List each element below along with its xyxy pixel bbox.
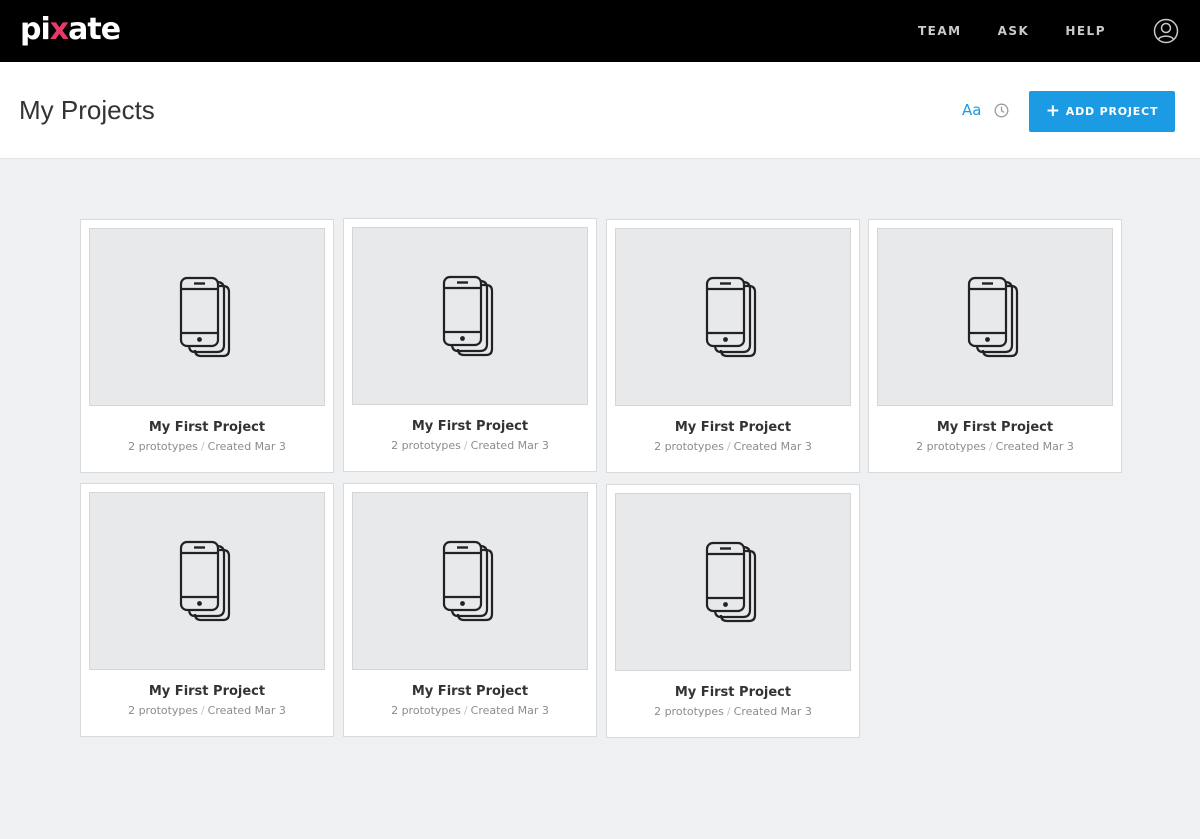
recent-sort-button[interactable] xyxy=(994,103,1009,118)
page-header: My Projects Aa + ADD PROJECT xyxy=(0,62,1200,159)
user-account-button[interactable] xyxy=(1153,18,1179,44)
project-title[interactable]: My First Project xyxy=(344,419,596,434)
nav-item-help[interactable]: HELP xyxy=(1065,24,1106,38)
add-project-label: ADD PROJECT xyxy=(1065,105,1159,118)
created-date: Created Mar 3 xyxy=(733,705,812,718)
nav-item-team[interactable]: TEAM xyxy=(918,24,962,38)
project-title[interactable]: My First Project xyxy=(81,420,333,435)
project-thumbnail[interactable] xyxy=(877,228,1113,406)
project-thumbnail[interactable] xyxy=(89,228,325,406)
font-size-toggle[interactable]: Aa xyxy=(962,100,981,120)
project-card[interactable]: My First Project 2 prototypes / Created Ma… xyxy=(606,219,860,473)
logo-part-3: a xyxy=(68,12,88,47)
project-meta: 2 prototypes / Created Mar 3 xyxy=(344,704,596,717)
project-title[interactable]: My First Project xyxy=(607,420,859,435)
project-title[interactable]: My First Project xyxy=(81,684,333,699)
created-date: Created Mar 3 xyxy=(995,440,1074,453)
clock-icon xyxy=(994,103,1009,118)
prototype-count: 2 prototypes xyxy=(654,705,724,718)
created-date: Created Mar 3 xyxy=(207,440,286,453)
prototype-count: 2 prototypes xyxy=(391,439,461,452)
project-card[interactable]: My First Project 2 prototypes / Created Ma… xyxy=(606,484,860,738)
project-meta: 2 prototypes / Created Mar 3 xyxy=(869,440,1121,453)
prototype-count: 2 prototypes xyxy=(916,440,986,453)
project-title[interactable]: My First Project xyxy=(607,685,859,700)
project-thumbnail[interactable] xyxy=(615,493,851,671)
project-meta: 2 prototypes / Created Mar 3 xyxy=(81,704,333,717)
logo-part-4: te xyxy=(87,12,121,47)
top-navigation-bar: pixate TEAM ASK HELP xyxy=(0,0,1200,62)
add-project-button[interactable]: + ADD PROJECT xyxy=(1029,91,1175,132)
project-card[interactable]: My First Project 2 prototypes / Created Ma… xyxy=(343,483,597,737)
project-meta: 2 prototypes / Created Mar 3 xyxy=(607,705,859,718)
meta-separator: / xyxy=(726,705,731,718)
created-date: Created Mar 3 xyxy=(733,440,812,453)
phone-stack-icon xyxy=(705,541,757,623)
project-card[interactable]: My First Project 2 prototypes / Created Ma… xyxy=(343,218,597,472)
project-meta: 2 prototypes / Created Mar 3 xyxy=(344,439,596,452)
meta-separator: / xyxy=(463,439,468,452)
project-card[interactable]: My First Project 2 prototypes / Created Ma… xyxy=(80,219,334,473)
pixate-logo[interactable]: pixate xyxy=(20,12,121,48)
prototype-count: 2 prototypes xyxy=(391,704,461,717)
project-meta: 2 prototypes / Created Mar 3 xyxy=(81,440,333,453)
logo-x-letter: x xyxy=(49,12,69,47)
user-circle-icon xyxy=(1153,18,1179,44)
project-thumbnail[interactable] xyxy=(89,492,325,670)
logo-x: x xyxy=(49,12,69,47)
logo-part-1: pi xyxy=(20,12,51,47)
plus-icon: + xyxy=(1045,101,1061,121)
meta-separator: / xyxy=(463,704,468,717)
created-date: Created Mar 3 xyxy=(207,704,286,717)
phone-stack-icon xyxy=(967,276,1019,358)
project-thumbnail[interactable] xyxy=(352,492,588,670)
project-title[interactable]: My First Project xyxy=(344,684,596,699)
created-date: Created Mar 3 xyxy=(470,439,549,452)
meta-separator: / xyxy=(988,440,993,453)
meta-separator: / xyxy=(200,440,205,453)
created-date: Created Mar 3 xyxy=(470,704,549,717)
meta-separator: / xyxy=(200,704,205,717)
phone-stack-icon xyxy=(442,540,494,622)
prototype-count: 2 prototypes xyxy=(128,704,198,717)
phone-stack-icon xyxy=(442,275,494,357)
prototype-count: 2 prototypes xyxy=(128,440,198,453)
phone-stack-icon xyxy=(179,540,231,622)
project-title[interactable]: My First Project xyxy=(869,420,1121,435)
project-thumbnail[interactable] xyxy=(615,228,851,406)
page-title: My Projects xyxy=(19,95,155,125)
meta-separator: / xyxy=(726,440,731,453)
phone-stack-icon xyxy=(705,276,757,358)
nav-item-ask[interactable]: ASK xyxy=(998,24,1030,38)
phone-stack-icon xyxy=(179,276,231,358)
project-meta: 2 prototypes / Created Mar 3 xyxy=(607,440,859,453)
project-card[interactable]: My First Project 2 prototypes / Created Ma… xyxy=(80,483,334,737)
main-nav: TEAM ASK HELP xyxy=(882,0,1106,62)
project-card[interactable]: My First Project 2 prototypes / Created Ma… xyxy=(868,219,1122,473)
prototype-count: 2 prototypes xyxy=(654,440,724,453)
project-thumbnail[interactable] xyxy=(352,227,588,405)
